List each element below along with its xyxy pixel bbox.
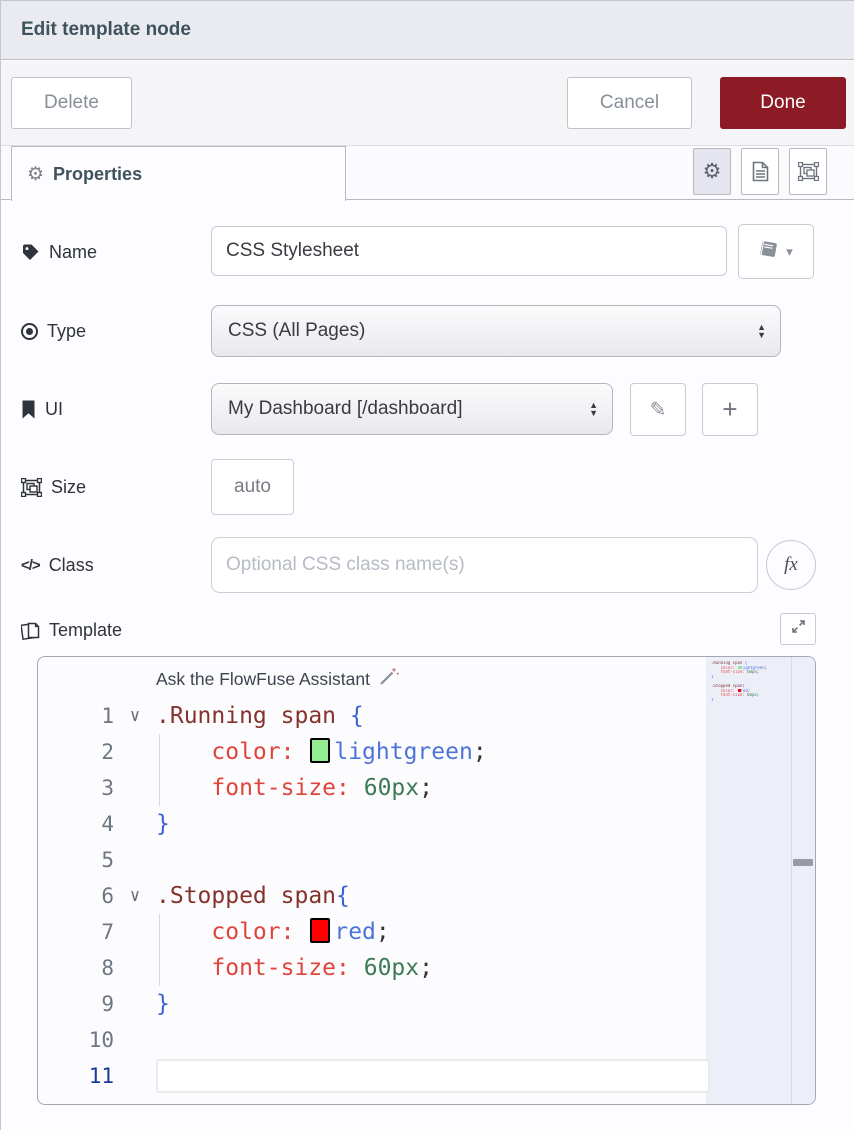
code-line-content[interactable]: } (156, 806, 710, 842)
select-carets-icon: ▲▼ (589, 401, 598, 417)
code-line-content[interactable] (156, 1059, 710, 1093)
code-line[interactable]: 4} (38, 806, 710, 842)
ui-select[interactable]: My Dashboard [/dashboard] ▲▼ (211, 383, 613, 435)
object-group-icon (21, 478, 42, 497)
name-input[interactable] (211, 226, 727, 276)
indent-guide (159, 914, 160, 950)
scrollbar-thumb[interactable] (793, 859, 813, 866)
editor-code-lines[interactable]: 1∨.Running span {2 color: lightgreen;3 f… (38, 698, 710, 1094)
expand-icon (791, 619, 806, 639)
code-line[interactable]: 6∨.Stopped span{ (38, 878, 710, 914)
size-field-label: Size (21, 459, 86, 515)
tab-button-properties[interactable]: ⚙ (693, 148, 731, 195)
tab-properties-label: Properties (53, 164, 142, 185)
line-number: 11 (38, 1058, 114, 1094)
code-line-content[interactable]: .Running span { (156, 698, 710, 734)
fold-chevron-icon[interactable]: ∨ (114, 698, 156, 734)
book-icon (759, 240, 779, 264)
tab-button-description[interactable] (741, 148, 779, 195)
code-line[interactable]: 5 (38, 842, 710, 878)
line-number: 1 (38, 698, 114, 734)
line-number: 8 (38, 950, 114, 986)
tab-button-appearance[interactable] (789, 148, 827, 195)
code-line-content[interactable] (156, 842, 710, 878)
select-carets-icon: ▲▼ (757, 323, 766, 339)
code-line[interactable]: 11 (38, 1058, 710, 1094)
fx-icon: fx (784, 554, 798, 576)
code-line[interactable]: 2 color: lightgreen; (38, 734, 710, 770)
fx-button[interactable]: fx (766, 540, 816, 590)
type-select[interactable]: CSS (All Pages) ▲▼ (211, 305, 781, 357)
line-number: 5 (38, 842, 114, 878)
code-line[interactable]: 3 font-size: 60px; (38, 770, 710, 806)
size-button[interactable]: auto (211, 459, 294, 515)
code-line[interactable]: 1∨.Running span { (38, 698, 710, 734)
color-swatch[interactable] (310, 918, 330, 943)
edit-ui-button[interactable]: ✎ (630, 383, 686, 436)
code-line-content[interactable] (156, 1022, 710, 1058)
ui-field-label: UI (21, 383, 63, 436)
code-line[interactable]: 8 font-size: 60px; (38, 950, 710, 986)
line-number: 7 (38, 914, 114, 950)
object-group-icon (798, 162, 819, 181)
code-line-content[interactable]: font-size: 60px; (156, 950, 710, 986)
code-line[interactable]: 9} (38, 986, 710, 1022)
cancel-button[interactable]: Cancel (567, 77, 692, 129)
code-line-content[interactable]: } (156, 986, 710, 1022)
minimap[interactable]: .Running span { color: lightgreen; font-… (706, 657, 815, 1104)
indent-guide (159, 950, 160, 986)
code-line-content[interactable]: font-size: 60px; (156, 770, 710, 806)
line-number: 10 (38, 1022, 114, 1058)
gear-icon: ⚙ (27, 163, 44, 186)
indent-guide (159, 734, 160, 770)
fold-chevron-icon[interactable]: ∨ (114, 878, 156, 914)
indent-guide (159, 770, 160, 806)
type-select-value: CSS (All Pages) (228, 320, 757, 342)
assistant-hint-label: Ask the FlowFuse Assistant (156, 669, 370, 690)
library-button[interactable]: ▾ (738, 224, 814, 279)
copy-pages-icon (21, 620, 40, 641)
expand-editor-button[interactable] (780, 613, 816, 645)
class-field-label: </> Class (21, 537, 94, 593)
assistant-hint[interactable]: Ask the FlowFuse Assistant (156, 666, 399, 692)
line-number: 9 (38, 986, 114, 1022)
pencil-icon: ✎ (650, 397, 667, 422)
plus-icon: + (722, 394, 737, 425)
done-button[interactable]: Done (720, 77, 846, 129)
tag-icon (21, 243, 40, 262)
add-ui-button[interactable]: + (702, 383, 758, 436)
code-icon: </> (21, 557, 40, 574)
dialog-title: Edit template node (21, 19, 191, 41)
document-icon (752, 161, 769, 182)
code-line-content[interactable]: .Stopped span{ (156, 878, 710, 914)
name-field-label: Name (21, 224, 97, 280)
bookmark-icon (21, 400, 36, 419)
editor-scrollbar[interactable] (791, 657, 815, 1104)
class-input[interactable] (211, 537, 758, 593)
tab-properties[interactable]: ⚙ Properties (11, 146, 346, 201)
chevron-down-icon: ▾ (786, 244, 793, 260)
template-field-label: Template (21, 612, 122, 648)
color-swatch[interactable] (310, 738, 330, 763)
template-code-editor[interactable]: .Running span { color: lightgreen; font-… (37, 656, 816, 1105)
line-number: 3 (38, 770, 114, 806)
dialog-header: Edit template node (1, 0, 854, 60)
line-number: 4 (38, 806, 114, 842)
code-line[interactable]: 10 (38, 1022, 710, 1058)
dialog-button-row: Delete Cancel Done (1, 61, 854, 146)
line-number: 6 (38, 878, 114, 914)
type-field-label: Type (21, 305, 86, 357)
code-line-content[interactable]: color: red; (156, 914, 710, 950)
line-number: 2 (38, 734, 114, 770)
delete-button[interactable]: Delete (11, 77, 132, 129)
code-line[interactable]: 7 color: red; (38, 914, 710, 950)
ui-select-value: My Dashboard [/dashboard] (228, 398, 589, 420)
magic-wand-icon (378, 666, 399, 692)
dot-circle-icon (21, 323, 38, 340)
gear-icon: ⚙ (703, 159, 722, 184)
editor-tab-bar: ⚙ Properties ⚙ (1, 146, 854, 200)
code-line-content[interactable]: color: lightgreen; (156, 734, 710, 770)
minimap-code: .Running span { color: lightgreen; font-… (711, 661, 767, 712)
